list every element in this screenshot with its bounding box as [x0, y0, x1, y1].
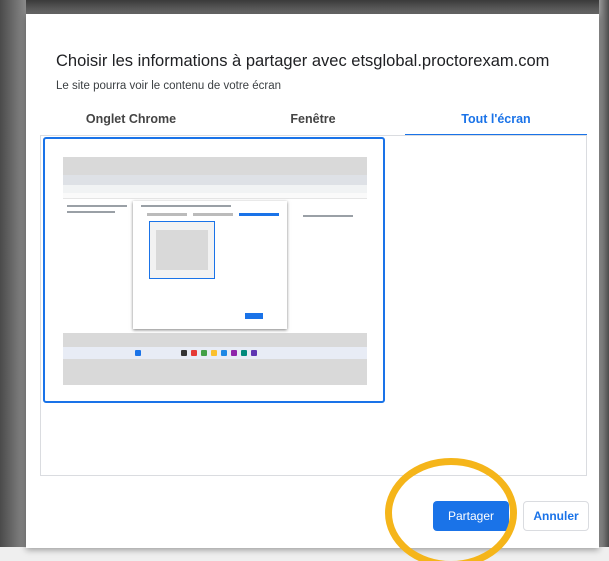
screen-source-card[interactable]: [43, 137, 385, 403]
dialog-subtitle: Le site pourra voir le contenu de votre …: [56, 80, 282, 92]
tab-onglet-chrome[interactable]: Onglet Chrome: [40, 112, 222, 136]
thumbnail-taskbar: [63, 347, 367, 359]
cancel-button[interactable]: Annuler: [523, 501, 589, 531]
background-top-edge: [0, 0, 609, 14]
background-right-edge: [599, 0, 609, 561]
share-button[interactable]: Partager: [433, 501, 509, 531]
thumbnail-browser: [63, 175, 367, 353]
dialog-title: Choisir les informations à partager avec…: [56, 52, 550, 70]
tab-fenetre[interactable]: Fenêtre: [222, 112, 404, 136]
background-bottom-edge: [0, 547, 609, 561]
background-left-edge: [0, 0, 26, 561]
share-screen-dialog: Choisir les informations à partager avec…: [26, 14, 599, 548]
tab-tout-ecran[interactable]: Tout l'écran: [405, 112, 587, 136]
screen-thumbnail-icon: [63, 157, 367, 385]
